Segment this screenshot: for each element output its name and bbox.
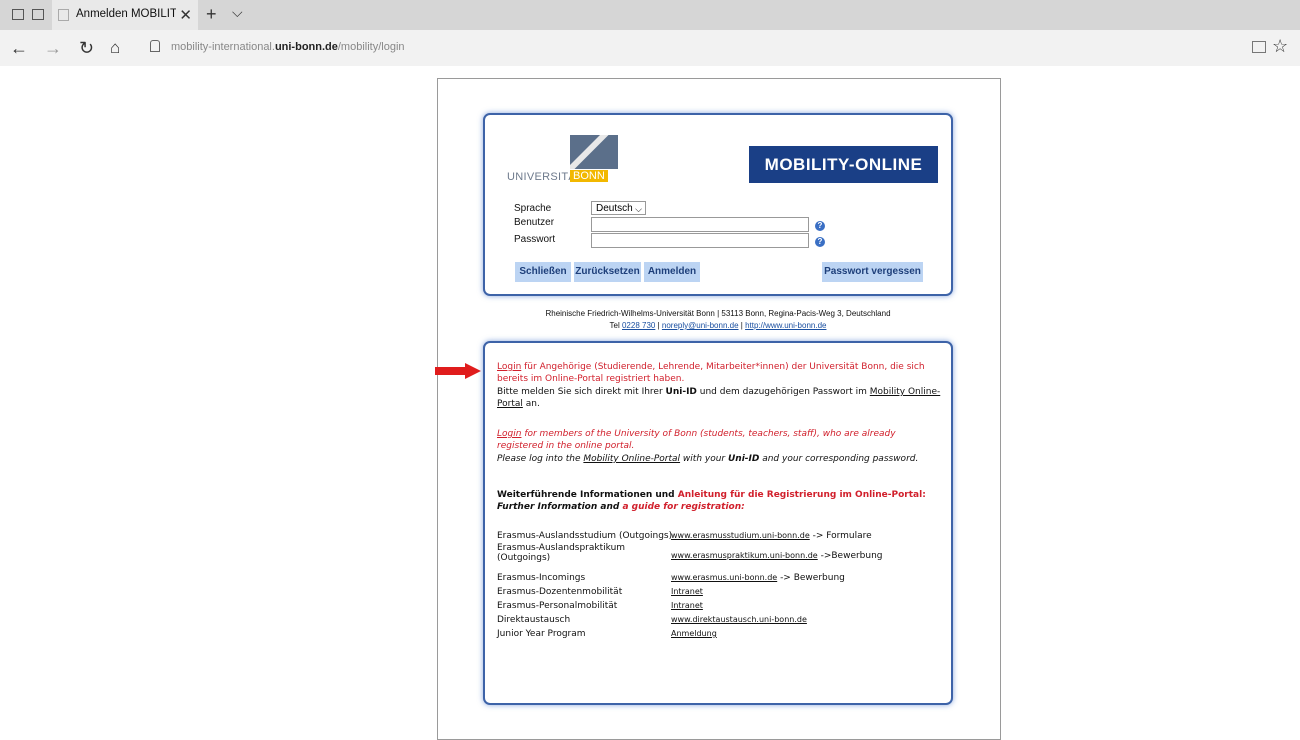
set-aside-tabs-icon[interactable] xyxy=(32,9,44,20)
url-field[interactable]: mobility-international.uni-bonn.de/mobil… xyxy=(171,41,405,53)
erasmus-incomings-link[interactable]: www.erasmus.uni-bonn.de xyxy=(671,573,777,582)
link-row-label: Erasmus-Auslandsstudium (Outgoings) xyxy=(497,531,673,541)
username-help-icon[interactable]: ? xyxy=(815,221,825,231)
reading-view-icon[interactable] xyxy=(1252,41,1266,53)
junior-year-anmeldung-link[interactable]: Anmeldung xyxy=(671,629,717,638)
address-bar-row: ← → ↻ ⌂ mobility-international.uni-bonn.… xyxy=(0,30,1300,66)
tab-actions-icon[interactable] xyxy=(12,9,24,20)
email-link[interactable]: noreply@uni-bonn.de xyxy=(662,321,739,330)
phone-link[interactable]: 0228 730 xyxy=(622,321,655,330)
link-row-value: www.erasmus.uni-bonn.de -> Bewerbung xyxy=(671,573,845,583)
erasmusstudium-link[interactable]: www.erasmusstudium.uni-bonn.de xyxy=(671,531,810,540)
password-help-icon[interactable]: ? xyxy=(815,237,825,247)
page-favicon-icon xyxy=(58,9,69,21)
personalmobilitaet-intranet-link[interactable]: Intranet xyxy=(671,601,703,610)
link-row-label: Erasmus-Auslandspraktikum (Outgoings) xyxy=(497,543,626,563)
mobility-online-logo: MOBILITY-ONLINE xyxy=(749,146,938,183)
link-row-value: Anmeldung xyxy=(671,629,717,639)
link-row-label: Erasmus-Incomings xyxy=(497,573,586,583)
erasmuspraktikum-link[interactable]: www.erasmuspraktikum.uni-bonn.de xyxy=(671,551,818,560)
direktaustausch-link[interactable]: www.direktaustausch.uni-bonn.de xyxy=(671,615,807,624)
footer-address: Rheinische Friedrich-Wilhelms-Universitä… xyxy=(545,309,891,318)
close-tab-icon[interactable]: ✕ xyxy=(179,6,192,24)
back-icon[interactable]: ← xyxy=(10,38,28,59)
de-login-link[interactable]: Login xyxy=(497,362,521,372)
link-row-value: www.direktaustausch.uni-bonn.de xyxy=(671,615,807,625)
home-icon[interactable]: ⌂ xyxy=(110,38,120,58)
en-login-link[interactable]: Login xyxy=(497,429,521,439)
browser-tab[interactable]: Anmelden MOBILITY-O ✕ xyxy=(52,0,198,30)
link-row-label: Direktaustausch xyxy=(497,615,571,625)
link-row-value: www.erasmusstudium.uni-bonn.de -> Formul… xyxy=(671,531,872,541)
forgot-password-button[interactable]: Passwort vergessen xyxy=(822,262,923,282)
footer-contact: Tel 0228 730 | noreply@uni-bonn.de | htt… xyxy=(609,321,827,330)
chevron-down-icon: ⌵ xyxy=(635,204,642,214)
favorite-star-icon[interactable]: ☆ xyxy=(1272,36,1288,57)
passwort-label: Passwort xyxy=(514,234,556,245)
en-login-instructions: Please log into the Mobility Online-Port… xyxy=(497,454,919,464)
lock-icon[interactable] xyxy=(150,40,160,52)
red-arrow-icon xyxy=(435,363,481,379)
tab-list-chevron-icon[interactable]: ⌵ xyxy=(232,4,243,21)
browser-tab-bar: Anmelden MOBILITY-O ✕ + ⌵ xyxy=(0,0,1300,30)
further-info-heading-en: Further Information and a guide for regi… xyxy=(497,502,745,512)
sprache-label: Sprache xyxy=(514,203,552,214)
dozentenmobilitaet-intranet-link[interactable]: Intranet xyxy=(671,587,703,596)
new-tab-icon[interactable]: + xyxy=(206,4,217,25)
info-panel: Login für Angehörige (Studierende, Lehre… xyxy=(483,341,953,705)
link-row-label: Erasmus-Personalmobilität xyxy=(497,601,618,611)
de-login-instructions: Bitte melden Sie sich direkt mit Ihrer U… xyxy=(497,387,941,409)
link-row-label: Junior Year Program xyxy=(497,629,586,639)
website-link[interactable]: http://www.uni-bonn.de xyxy=(745,321,826,330)
en-login-info: Login for members of the University of B… xyxy=(497,429,896,451)
link-row-label: Erasmus-Dozentenmobilität xyxy=(497,587,623,597)
en-portal-link[interactable]: Mobility Online-Portal xyxy=(583,454,680,464)
link-row-value: Intranet xyxy=(671,587,703,597)
login-panel: UNIVERSITÄT BONN MOBILITY-ONLINE Sprache… xyxy=(483,113,953,296)
link-row-value: www.erasmuspraktikum.uni-bonn.de ->Bewer… xyxy=(671,551,883,561)
password-input[interactable] xyxy=(591,233,809,248)
language-select[interactable]: Deutsch ⌵ xyxy=(591,201,646,215)
close-button[interactable]: Schließen xyxy=(515,262,571,282)
username-input[interactable] xyxy=(591,217,809,232)
forward-icon[interactable]: → xyxy=(44,38,62,59)
tab-title: Anmelden MOBILITY-O xyxy=(76,8,176,20)
reset-button[interactable]: Zurücksetzen xyxy=(574,262,641,282)
further-info-heading-de: Weiterführende Informationen und Anleitu… xyxy=(497,490,926,500)
benutzer-label: Benutzer xyxy=(514,217,555,228)
login-button[interactable]: Anmelden xyxy=(644,262,700,282)
de-login-info: Login für Angehörige (Studierende, Lehre… xyxy=(497,362,925,384)
link-row-value: Intranet xyxy=(671,601,703,611)
refresh-icon[interactable]: ↻ xyxy=(79,38,94,59)
